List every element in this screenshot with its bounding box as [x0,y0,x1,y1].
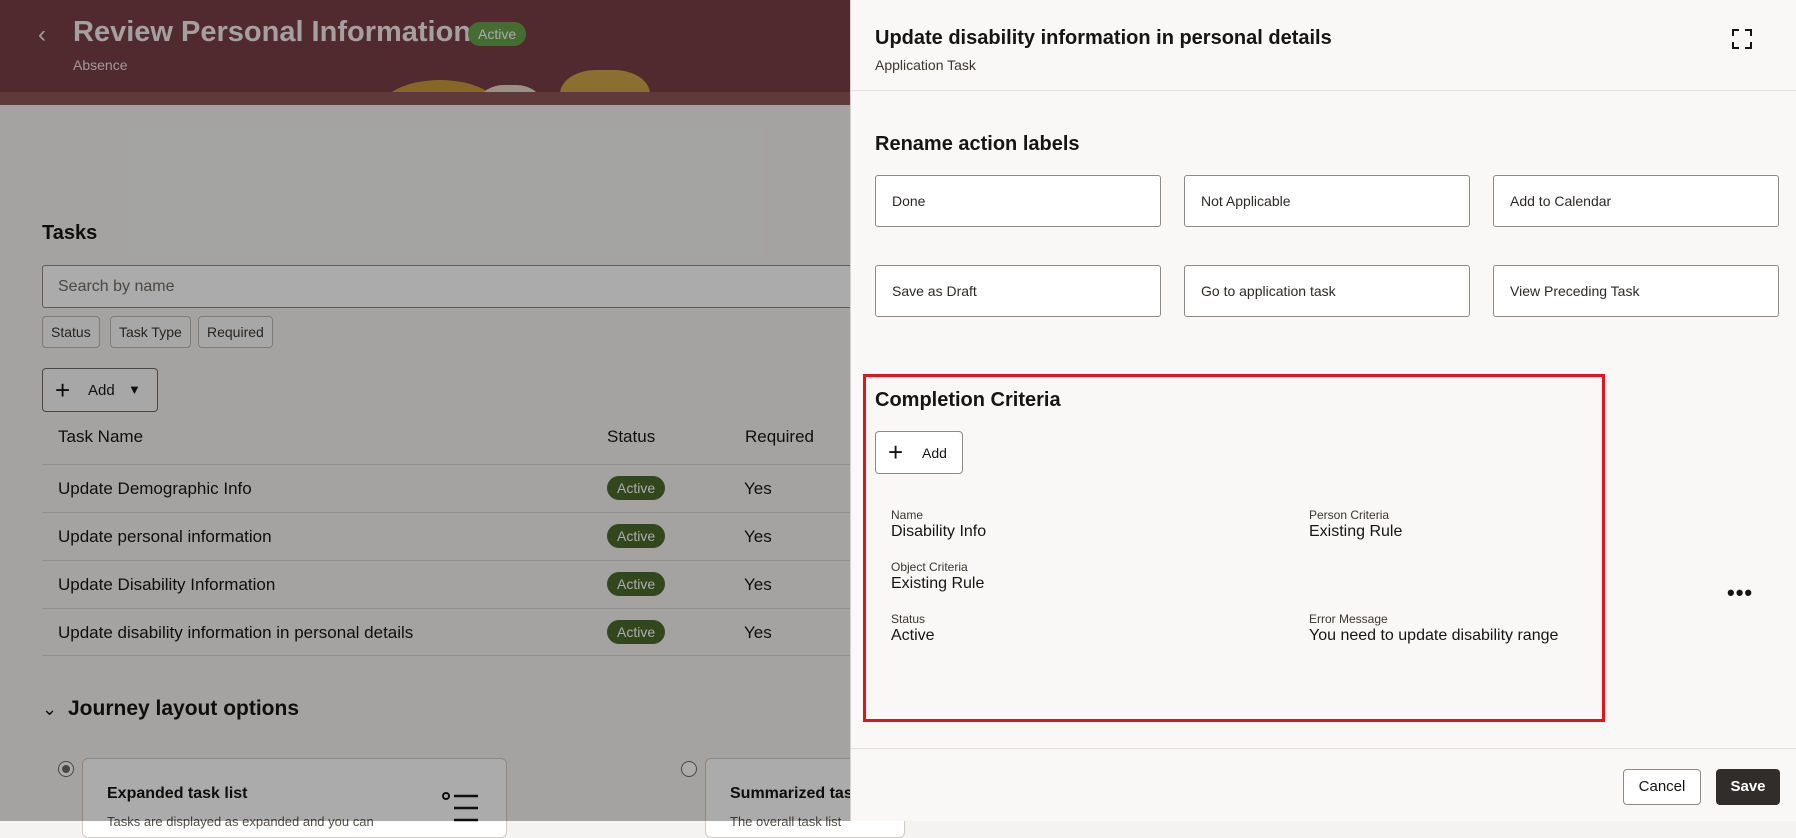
status-value: Active [891,627,935,644]
completion-criteria-title: Completion Criteria [875,389,1061,411]
not-applicable-label-field[interactable]: Not Applicable [1184,175,1470,227]
add-criteria-button[interactable]: + Add [875,431,963,474]
error-message-label: Error Message [1309,612,1388,626]
save-button[interactable]: Save [1716,769,1780,805]
view-preceding-task-label-field[interactable]: View Preceding Task [1493,265,1779,317]
modal-scrim[interactable] [0,0,850,821]
name-value: Disability Info [891,523,987,540]
divider [851,748,1796,749]
add-to-calendar-label-field[interactable]: Add to Calendar [1493,175,1779,227]
add-label: Add [922,445,947,461]
done-label-field[interactable]: Done [875,175,1161,227]
status-label: Status [891,612,926,626]
go-to-application-task-label-field[interactable]: Go to application task [1184,265,1470,317]
person-criteria-value: Existing Rule [1309,523,1403,540]
more-actions-icon[interactable]: ••• [1727,580,1753,606]
person-criteria-label: Person Criteria [1309,508,1390,522]
object-criteria-value: Existing Rule [891,575,985,592]
expand-icon[interactable] [1731,28,1753,50]
rename-labels-title: Rename action labels [875,133,1080,155]
divider [851,90,1796,91]
save-as-draft-label-field[interactable]: Save as Draft [875,265,1161,317]
error-message-value: You need to update disability range [1309,627,1559,644]
task-drawer: Update disability information in persona… [850,0,1796,821]
completion-criteria-highlight [863,374,1605,722]
drawer-subtitle: Application Task [875,57,976,73]
object-criteria-label: Object Criteria [891,560,968,574]
name-label: Name [891,508,924,522]
drawer-title: Update disability information in persona… [875,27,1332,49]
cancel-button[interactable]: Cancel [1623,769,1701,805]
plus-icon: + [888,437,904,467]
